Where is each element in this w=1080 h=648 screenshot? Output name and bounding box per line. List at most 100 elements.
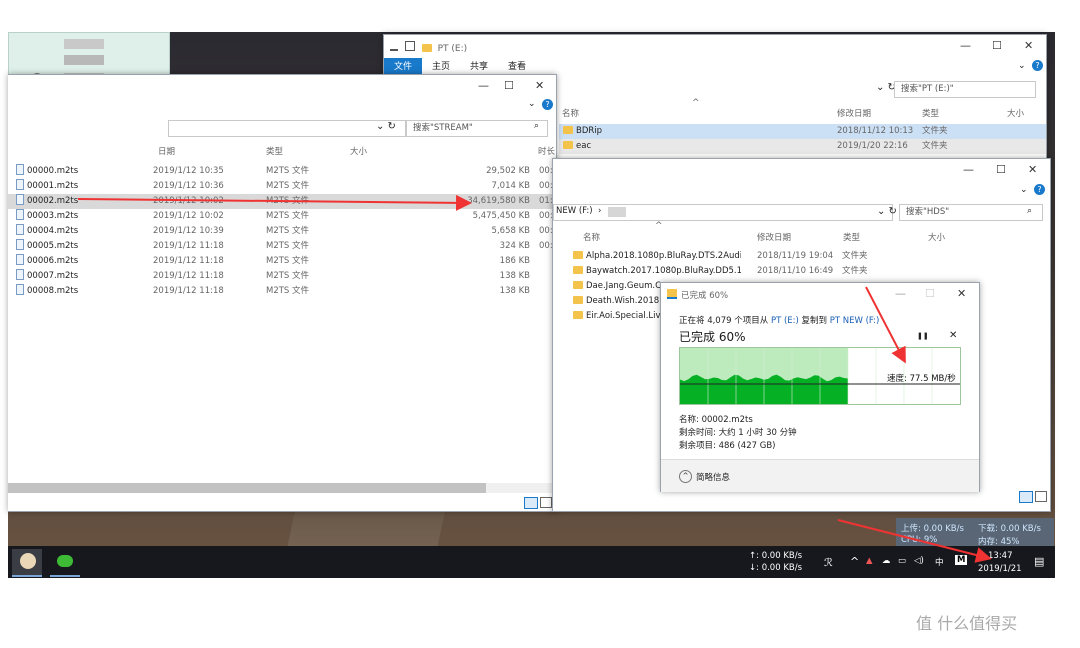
avatar-icon <box>20 553 36 569</box>
address-bar[interactable] <box>168 120 406 137</box>
table-row[interactable]: 00003.m2ts 2019/1/12 10:02 M2TS 文件 5,475,45… <box>8 209 558 224</box>
file-icon <box>16 209 24 220</box>
col-type[interactable]: 类型 <box>266 145 283 157</box>
chevron-up-icon[interactable]: ^ <box>850 555 859 568</box>
ime-icon[interactable]: M <box>955 555 968 565</box>
col-duration[interactable]: 时长 <box>538 145 555 157</box>
large-icons-view-icon[interactable] <box>1035 491 1047 502</box>
checkbox-icon[interactable] <box>404 41 415 51</box>
cloud-icon[interactable]: ☁ <box>882 556 891 566</box>
maximize-button[interactable]: ☐ <box>504 79 514 92</box>
cpu-usage: CPU: 9% <box>901 535 938 545</box>
col-date[interactable]: 日期 <box>158 145 175 157</box>
table-row[interactable]: 00002.m2ts 2019/1/12 10:02 M2TS 文件 34,619,5… <box>8 194 558 209</box>
horizontal-scrollbar[interactable] <box>8 483 556 493</box>
wechat-icon <box>57 555 73 567</box>
items-remaining-line: 剩余项目: 486 (427 GB) <box>679 441 776 451</box>
minimize-button[interactable]: — <box>963 163 974 176</box>
chevron-down-icon[interactable]: ⌄ <box>528 99 536 109</box>
help-icon[interactable]: ? <box>1032 60 1043 71</box>
large-icons-view-icon[interactable] <box>540 497 552 508</box>
dest-link[interactable]: PT NEW (F:) <box>830 316 880 326</box>
save-icon[interactable] <box>390 43 398 51</box>
file-type: M2TS 文件 <box>266 181 310 191</box>
maximize-button[interactable]: ☐ <box>992 39 1002 52</box>
col-date[interactable]: 修改日期 <box>757 231 791 243</box>
cancel-button[interactable]: ✕ <box>949 330 957 341</box>
clock-date[interactable]: 2019/1/21 <box>978 564 1022 574</box>
chevron-down-icon[interactable]: ⌄ <box>1018 61 1026 71</box>
network-icon[interactable]: ▭ <box>898 556 906 566</box>
folder-icon <box>563 126 573 134</box>
maximize-button[interactable]: ☐ <box>996 163 1006 176</box>
close-button[interactable]: ✕ <box>1024 39 1033 52</box>
file-date: 2019/1/12 11:18 <box>153 286 224 296</box>
file-date: 2019/1/12 11:18 <box>153 271 224 281</box>
close-button[interactable]: ✕ <box>535 79 544 92</box>
refresh-icon[interactable]: ⌄ ↻ <box>876 82 896 93</box>
clock-time[interactable]: 13:47 <box>988 551 1013 561</box>
list-item[interactable]: Alpha.2018.1080p.BluRay.DTS.2Audio... 201… <box>553 249 1050 264</box>
file-name: 00008.m2ts <box>16 284 78 299</box>
dialog-footer: ^ 简略信息 <box>661 459 979 492</box>
details-view-icon[interactable] <box>1019 491 1033 503</box>
minimize-button[interactable]: — <box>960 39 971 52</box>
file-type: M2TS 文件 <box>266 196 310 206</box>
maximize-button[interactable]: ☐ <box>925 287 935 300</box>
collapse-icon[interactable]: ^ <box>679 470 692 483</box>
table-row[interactable]: 00004.m2ts 2019/1/12 10:39 M2TS 文件 5,658 KB… <box>8 224 558 239</box>
minimize-button[interactable]: — <box>478 79 489 92</box>
col-type[interactable]: 类型 <box>843 231 860 243</box>
search-input[interactable]: 搜索"STREAM" <box>406 120 548 137</box>
tray-app-icon[interactable]: ▲ <box>866 556 873 566</box>
col-size[interactable]: 大小 <box>1007 107 1024 119</box>
help-icon[interactable]: ? <box>1034 184 1045 195</box>
table-row[interactable]: 00000.m2ts 2019/1/12 10:35 M2TS 文件 29,502 K… <box>8 164 558 179</box>
table-row[interactable]: 00007.m2ts 2019/1/12 11:18 M2TS 文件 138 KB <box>8 269 556 284</box>
sort-indicator-icon: ^ <box>655 221 663 231</box>
refresh-icon[interactable]: ⌄ ↻ <box>376 121 396 132</box>
notification-icon[interactable]: ▤ <box>1034 555 1044 568</box>
file-type: M2TS 文件 <box>266 166 310 176</box>
person-icon[interactable]: ℛ <box>824 556 833 569</box>
list-item[interactable]: eac 2019/1/20 22:16 文件夹 <box>559 139 1046 154</box>
col-type[interactable]: 类型 <box>922 107 939 119</box>
less-info-button[interactable]: 简略信息 <box>696 471 730 483</box>
table-row[interactable]: 00008.m2ts 2019/1/12 11:18 M2TS 文件 138 KB <box>8 284 556 299</box>
volume-icon[interactable]: ◁) <box>914 556 924 566</box>
ime-mode[interactable]: 中 <box>935 556 944 568</box>
table-row[interactable]: 00001.m2ts 2019/1/12 10:36 M2TS 文件 7,014 KB… <box>8 179 558 194</box>
col-name[interactable]: 名称 <box>583 231 600 243</box>
app-icon-browser[interactable] <box>12 549 42 577</box>
refresh-icon[interactable]: ⌄ ↻ <box>877 206 897 217</box>
file-icon <box>16 284 24 295</box>
search-input[interactable]: 搜索"PT (E:)" <box>894 81 1036 98</box>
pause-button[interactable]: ❚❚ <box>917 332 929 340</box>
search-icon: ⌕ <box>534 121 540 131</box>
file-icon <box>16 194 24 205</box>
address-bar[interactable]: NEW (F:) › <box>553 204 893 221</box>
details-view-icon[interactable] <box>524 497 538 509</box>
progress-heading: 已完成 60% <box>679 330 746 344</box>
speed-graph: 速度: 77.5 MB/秒 <box>679 347 961 405</box>
col-size[interactable]: 大小 <box>350 145 367 157</box>
search-input[interactable]: 搜索"HDS" <box>899 204 1043 221</box>
col-name[interactable]: 名称 <box>562 107 579 119</box>
file-size: 5,475,450 KB <box>472 211 530 221</box>
table-row[interactable]: 00006.m2ts 2019/1/12 11:18 M2TS 文件 186 KB <box>8 254 556 269</box>
app-icon-wechat[interactable] <box>50 549 80 577</box>
list-item[interactable]: Baywatch.2017.1080p.BluRay.DD5.1.x... 201… <box>553 264 1050 279</box>
chevron-down-icon[interactable]: ⌄ <box>1020 185 1028 195</box>
watermark: 值 什么值得买 <box>916 614 1018 633</box>
col-date[interactable]: 修改日期 <box>837 107 871 119</box>
close-button[interactable]: ✕ <box>957 287 966 300</box>
source-link[interactable]: PT (E:) <box>771 316 799 326</box>
close-button[interactable]: ✕ <box>1028 163 1037 176</box>
file-icon <box>16 239 24 250</box>
table-row[interactable]: 00005.m2ts 2019/1/12 11:18 M2TS 文件 324 KB 00… <box>8 239 558 254</box>
minimize-button[interactable]: — <box>895 287 906 300</box>
col-size[interactable]: 大小 <box>928 231 945 243</box>
folder-icon <box>573 296 583 304</box>
help-icon[interactable]: ? <box>542 99 553 110</box>
list-item[interactable]: BDRip 2018/11/12 10:13 文件夹 <box>559 124 1046 139</box>
